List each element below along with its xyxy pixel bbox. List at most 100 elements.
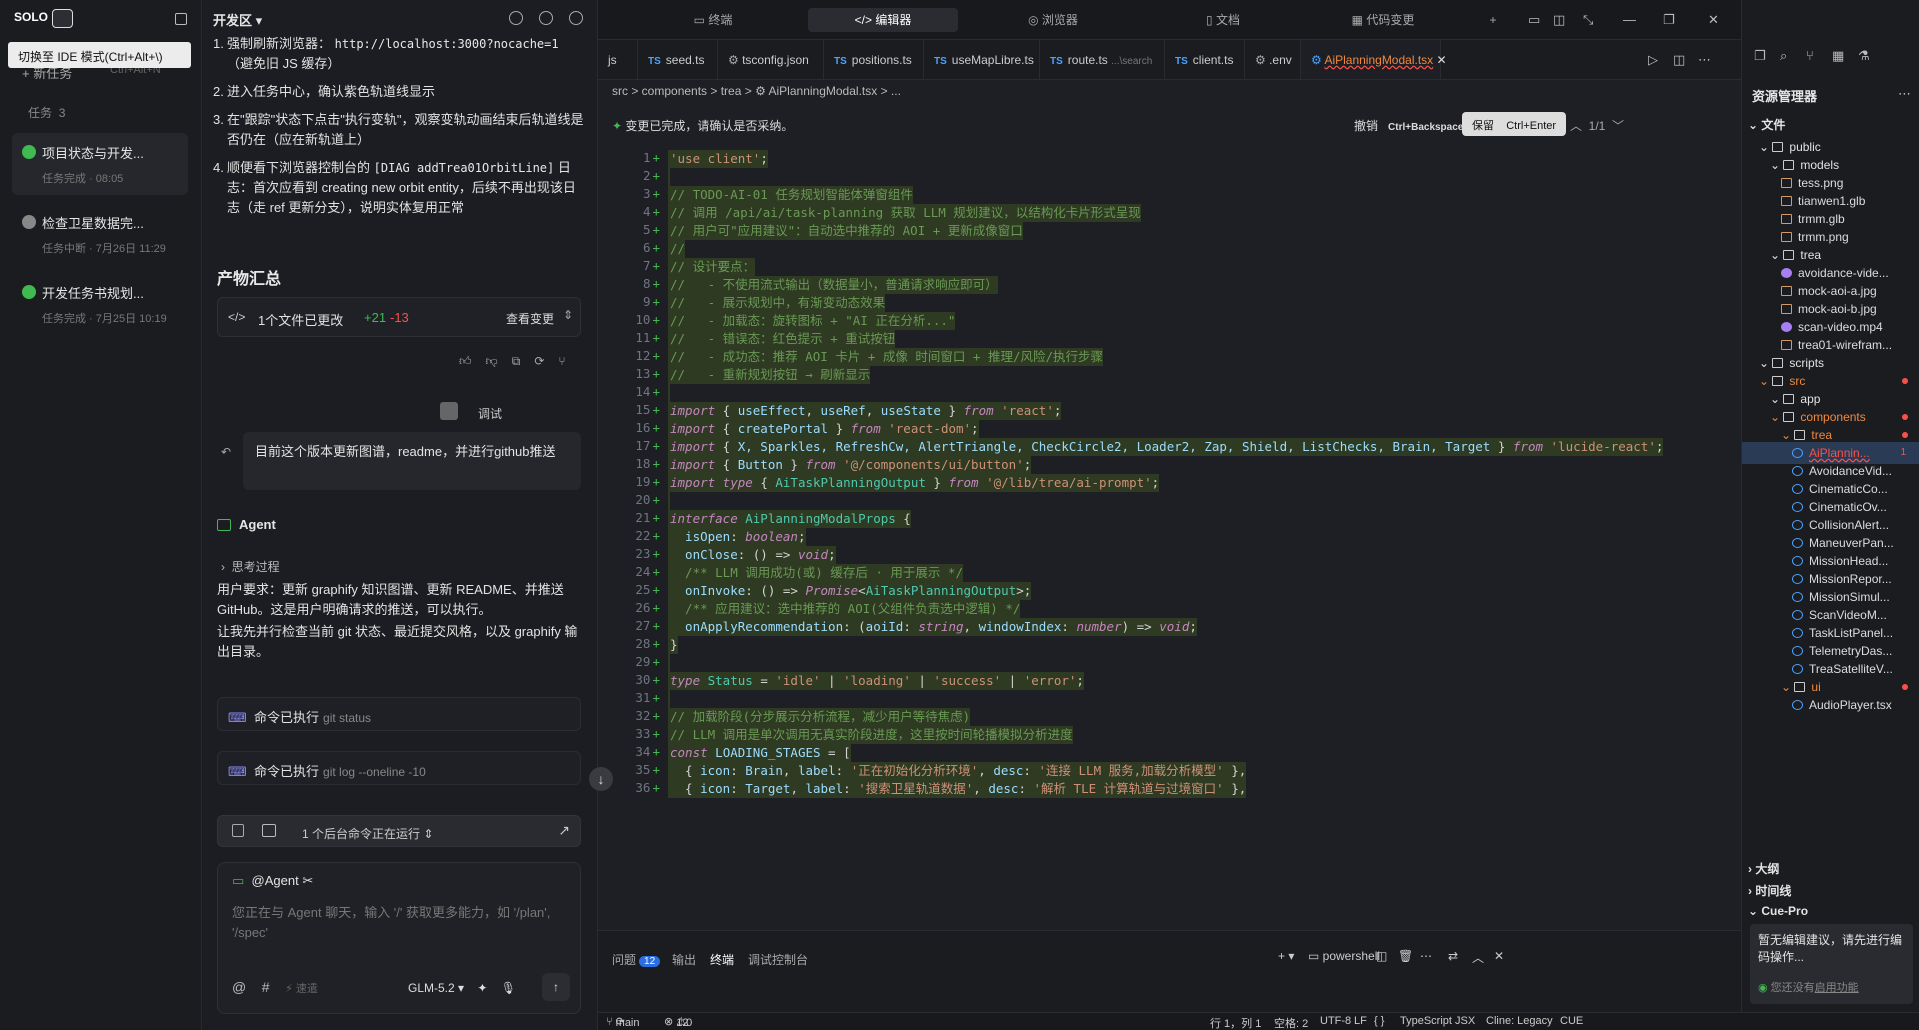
scroll-down-button[interactable]: ↓ (589, 767, 613, 791)
code-line[interactable]: // - 展示规划中，有渐变动态效果 (668, 294, 886, 312)
thumbs-up-icon[interactable]: 👍︎ (459, 354, 472, 369)
code-line[interactable] (668, 654, 670, 672)
code-line[interactable]: // - 错误态：红色提示 + 重试按钮 (668, 330, 896, 348)
close-window-icon[interactable]: ✕ (1708, 12, 1719, 28)
code-line[interactable]: onInvoke: () => Promise<AiTaskPlanningOu… (668, 582, 1032, 600)
undo-button[interactable]: 撤销 Ctrl+Backspace (1354, 117, 1463, 134)
tab-terminal[interactable]: ▭ 终端 (638, 8, 788, 32)
split-terminal-icon[interactable]: ◫ (1376, 949, 1387, 963)
braces-icon[interactable]: { } (1374, 1015, 1384, 1027)
code-line[interactable]: /** 应用建议：选中推荐的 AOI(父组件负责选中逻辑) */ (668, 600, 1021, 618)
view-changes-button[interactable]: 查看变更 (506, 310, 554, 327)
thumbs-down-icon[interactable]: 👎︎ (486, 354, 498, 369)
explorer-files-icon[interactable]: ❐ (1754, 48, 1766, 64)
add-tab-icon[interactable]: + (1478, 8, 1508, 32)
file-tab[interactable]: TS useMapLibre.ts (924, 40, 1040, 79)
file-tab[interactable]: TS positions.ts (824, 40, 924, 79)
mention-icon[interactable]: @ (232, 979, 246, 995)
tab-browser[interactable]: ◎ 浏览器 (978, 8, 1128, 32)
model-selector[interactable]: GLM-5.2 ▾ ✦ 🎙︎ (408, 981, 516, 995)
background-command-bar[interactable]: 1 个后台命令正在运行 ⇕ ↗ (217, 815, 581, 847)
cue-status[interactable]: CUE (1560, 1015, 1583, 1027)
code-line[interactable]: // 设计要点： (668, 258, 756, 276)
maximize-icon[interactable]: ❐ (1663, 12, 1675, 28)
code-line[interactable]: // - 不使用流式输出（数据量小，普通请求响应即可） (668, 276, 998, 294)
speed-toggle[interactable]: ⚡ 速遣 (285, 983, 318, 995)
files-section[interactable]: ⌄ 文件 (1748, 116, 1785, 133)
keep-button[interactable]: 保留 Ctrl+Enter (1462, 112, 1567, 136)
code-line[interactable]: // - 重新规划按钮 → 刷新显示 (668, 366, 871, 384)
tab-debug-console[interactable]: 调试控制台 (748, 951, 808, 968)
code-line[interactable]: import { Button } from '@/components/ui/… (668, 456, 1032, 474)
file-tab[interactable]: ⚙ .env (1245, 40, 1301, 79)
code-line[interactable]: isOpen: boolean; (668, 528, 806, 546)
code-line[interactable] (668, 168, 670, 186)
command-card[interactable]: ⌨ 命令已执行 git status (217, 697, 581, 731)
code-line[interactable]: { icon: Target, label: '搜索卫星轨道数据', desc:… (668, 780, 1247, 798)
tree-file[interactable]: AudioPlayer.tsx (1742, 694, 1919, 716)
layout-icon[interactable]: ▭ (1528, 12, 1540, 28)
task-item[interactable]: 开发任务书规划... 任务完成 · 7月25日 10:19 (12, 273, 188, 335)
new-terminal-icon[interactable]: + ▾ (1278, 949, 1294, 963)
tab-output[interactable]: 输出 (672, 951, 696, 968)
code-line[interactable]: { icon: Brain, label: '正在初始化分析环境', desc:… (668, 762, 1247, 780)
code-line[interactable]: // TODO-AI-01 任务规划智能体弹窗组件 (668, 186, 913, 204)
cursor-position[interactable]: 行 1，列 1 (1210, 1015, 1261, 1030)
flask-icon[interactable]: ⚗ (1858, 48, 1870, 64)
hash-icon[interactable]: # (262, 979, 270, 995)
file-changes-card[interactable]: </> 1个文件已更改 +21 -13 查看变更 ⇕ (217, 297, 581, 337)
task-item[interactable]: 项目状态与开发... 任务完成 · 08:05 (12, 133, 188, 195)
collapse-sidebar-icon[interactable] (175, 13, 187, 25)
indent-setting[interactable]: 空格: 2 (1274, 1015, 1308, 1030)
explorer-more-icon[interactable]: ⋯ (1898, 86, 1911, 102)
code-line[interactable] (668, 384, 670, 402)
trash-icon[interactable]: 🗑︎ (1398, 949, 1413, 963)
tab-editor[interactable]: </> 编辑器 (808, 8, 958, 32)
close-panel-icon[interactable]: ✕ (1494, 949, 1504, 963)
code-line[interactable] (668, 690, 670, 708)
command-card[interactable]: ⌨ 命令已执行 git log --oneline -10 (217, 751, 581, 785)
cue-pro-section[interactable]: ⌄ Cue-Pro (1748, 904, 1808, 918)
history-icon[interactable] (509, 11, 523, 25)
copy-icon[interactable]: ⧉ (512, 354, 521, 369)
split-editor-icon[interactable]: ◫ (1673, 52, 1685, 68)
tab-problems[interactable]: 问题 12 (612, 951, 661, 968)
layout-toggle-icon[interactable]: ⇄ (1448, 949, 1458, 963)
cline-status[interactable]: Cline: Legacy (1486, 1015, 1553, 1027)
expand-chevron-icon[interactable]: ⇕ (563, 308, 573, 322)
retry-icon[interactable]: ⟳ (534, 354, 544, 369)
code-line[interactable]: } (668, 636, 678, 654)
code-line[interactable]: import type { AiTaskPlanningOutput } fro… (668, 474, 1160, 492)
code-line[interactable]: // (668, 240, 686, 258)
code-line[interactable] (668, 492, 670, 510)
run-icon[interactable]: ▷ (1648, 52, 1658, 68)
extensions-icon[interactable]: ▦ (1832, 48, 1844, 64)
code-line[interactable]: // 用户可"应用建议"：自动选中推荐的 AOI + 更新成像窗口 (668, 222, 1023, 240)
maximize-panel-icon[interactable]: ︿ (1472, 949, 1484, 966)
language-mode[interactable]: TypeScript JSX (1400, 1015, 1475, 1027)
code-line[interactable]: // - 加载态：旋转图标 + "AI 正在分析..." (668, 312, 956, 330)
code-line[interactable]: import { useEffect, useRef, useState } f… (668, 402, 1062, 420)
search-icon[interactable]: ⌕ (1780, 48, 1787, 64)
code-line[interactable]: // 调用 /api/ai/task-planning 获取 LLM 规划建议，… (668, 204, 1141, 222)
shrink-icon[interactable]: ⤡ (1583, 12, 1593, 28)
code-line[interactable]: // 加载阶段(分步展示分析流程，减少用户等待焦虑) (668, 708, 971, 726)
more-icon[interactable]: ⋯ (1420, 949, 1432, 963)
agent-mention[interactable]: ▭ @Agent ✂ (232, 873, 313, 889)
file-tab[interactable]: js (598, 40, 638, 79)
source-control-icon[interactable]: ⑂ (1806, 48, 1814, 63)
chat-title[interactable]: 开发区 ▾ (213, 10, 262, 29)
file-tab[interactable]: TS seed.ts (638, 40, 718, 79)
file-tab[interactable]: TS route.ts ...\search (1040, 40, 1165, 79)
code-line[interactable]: onApplyRecommendation: (aoiId: string, w… (668, 618, 1197, 636)
code-line[interactable]: /** LLM 调用成功(或) 缓存后 · 用于展示 */ (668, 564, 963, 582)
split-icon[interactable]: ◫ (1553, 12, 1565, 28)
task-item[interactable]: 检查卫星数据完... 任务中断 · 7月26日 11:29 (12, 203, 188, 265)
settings-gear-icon[interactable] (539, 11, 553, 25)
code-editor[interactable]: 1 + 'use client'; 2 + 3 + // TODO-AI-01 任务规划智能体… (598, 150, 1741, 930)
eol[interactable]: LF (1354, 1015, 1367, 1027)
code-line[interactable]: import { X, Sparkles, RefreshCw, AlertTr… (668, 438, 1664, 456)
thinking-toggle[interactable]: › 思考过程 (221, 558, 280, 575)
problems-indicator[interactable]: ⊗ 12 ⚠ 0 (664, 1015, 692, 1029)
branch-icon[interactable]: ⑂ (558, 354, 565, 369)
